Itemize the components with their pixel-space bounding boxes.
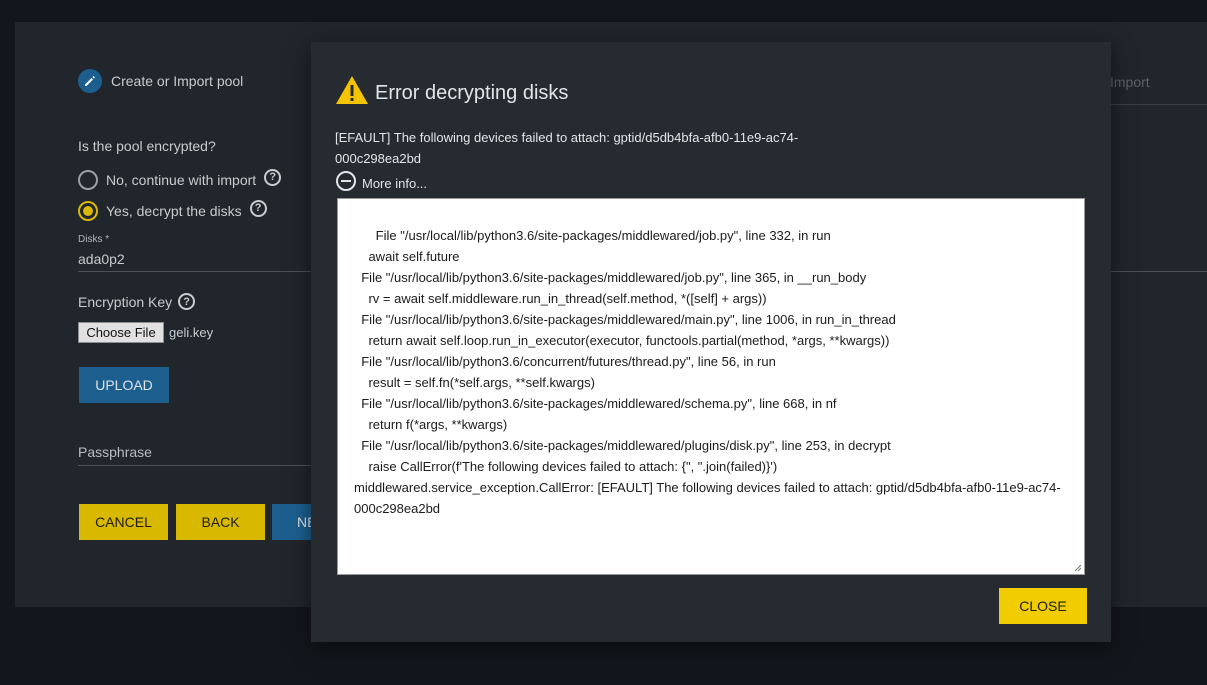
radio-option-yes[interactable]: Yes, decrypt the disks ? xyxy=(78,199,267,221)
wizard-step-label: Create or Import pool xyxy=(111,73,244,89)
wizard-step-create-import: Create or Import pool xyxy=(78,69,243,93)
radio-no-label: No, continue with import xyxy=(106,172,257,188)
warning-icon xyxy=(335,75,369,111)
more-info-toggle[interactable]: More info... xyxy=(336,170,427,191)
traceback-text: File "/usr/local/lib/python3.6/site-pack… xyxy=(354,228,1061,516)
dialog-title-text: Error decrypting disks xyxy=(375,81,569,104)
encryption-key-text: Encryption Key xyxy=(78,293,173,310)
radio-option-no[interactable]: No, continue with import ? xyxy=(78,168,282,190)
disks-select[interactable]: ada0p2 xyxy=(78,251,125,267)
radio-yes-label: Yes, decrypt the disks xyxy=(106,203,242,219)
back-button[interactable]: BACK xyxy=(176,504,265,540)
help-icon[interactable]: ? xyxy=(249,199,267,217)
collapse-icon[interactable] xyxy=(336,170,356,191)
stepper-divider xyxy=(1110,104,1207,105)
radio-no[interactable] xyxy=(78,170,98,190)
radio-yes[interactable] xyxy=(78,201,98,221)
wizard-step-import: Import xyxy=(1110,74,1150,90)
error-dialog: Error decrypting disks [EFAULT] The foll… xyxy=(311,42,1111,642)
dialog-title: Error decrypting disks xyxy=(335,75,568,111)
resize-grip-icon[interactable] xyxy=(1074,564,1082,572)
dialog-message: [EFAULT] The following devices failed to… xyxy=(335,130,799,166)
disks-label: Disks * xyxy=(78,234,110,245)
encryption-key-label: Encryption Key ? xyxy=(78,293,196,310)
cancel-button[interactable]: CANCEL xyxy=(79,504,168,540)
help-icon[interactable]: ? xyxy=(178,293,196,310)
encrypted-question: Is the pool encrypted? xyxy=(78,138,216,154)
passphrase-input[interactable]: Passphrase xyxy=(78,444,152,460)
help-icon[interactable]: ? xyxy=(264,168,282,186)
passphrase-underline xyxy=(78,465,318,466)
close-button[interactable]: CLOSE xyxy=(999,588,1087,624)
traceback-textarea[interactable]: File "/usr/local/lib/python3.6/site-pack… xyxy=(337,198,1085,575)
pencil-icon xyxy=(78,69,102,93)
choose-file-button[interactable]: Choose File xyxy=(78,322,164,343)
selected-file-name: geli.key xyxy=(169,325,214,340)
more-info-label[interactable]: More info... xyxy=(362,176,427,191)
upload-button[interactable]: UPLOAD xyxy=(79,367,169,403)
